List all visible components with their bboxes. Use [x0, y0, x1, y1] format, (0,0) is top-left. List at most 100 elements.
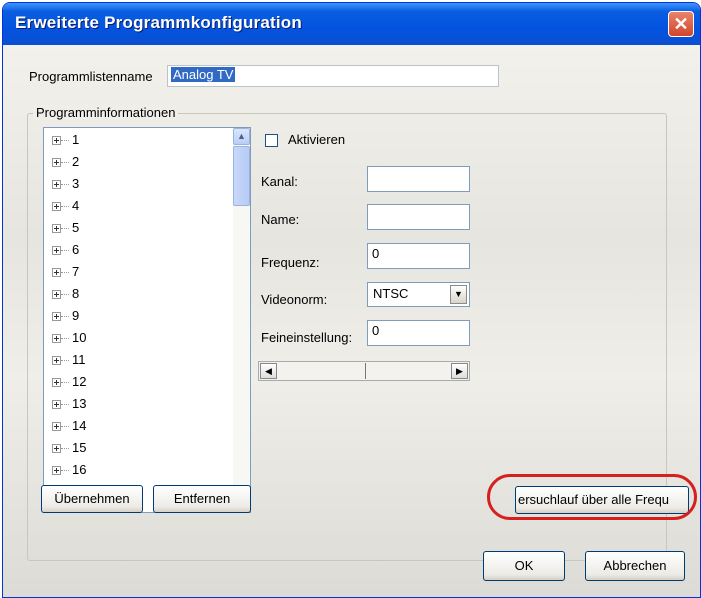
- scroll-thumb[interactable]: [233, 146, 250, 206]
- tree-item-label: 4: [72, 198, 80, 213]
- window-title: Erweiterte Programmkonfiguration: [15, 13, 302, 32]
- program-tree[interactable]: 12345678910111213141516 ▲ ▼: [43, 127, 251, 513]
- tree-connector: [61, 228, 69, 229]
- tree-item-label: 6: [72, 242, 80, 257]
- remove-button[interactable]: Entfernen: [153, 485, 251, 513]
- finetune-slider[interactable]: ◀ ▶: [258, 361, 470, 381]
- tree-item-label: 1: [72, 132, 80, 147]
- tree-connector: [61, 272, 69, 273]
- tree-connector: [61, 250, 69, 251]
- tree-item[interactable]: 13: [44, 394, 234, 416]
- expand-plus-icon[interactable]: [52, 334, 61, 343]
- cancel-button[interactable]: Abbrechen: [585, 551, 685, 581]
- tree-item-label: 14: [72, 418, 87, 433]
- expand-plus-icon[interactable]: [52, 312, 61, 321]
- expand-plus-icon[interactable]: [52, 224, 61, 233]
- tree-item[interactable]: 12: [44, 372, 234, 394]
- tree-item-label: 15: [72, 440, 87, 455]
- tree-item[interactable]: 1: [44, 130, 234, 152]
- tree-item[interactable]: 15: [44, 438, 234, 460]
- videonorm-select[interactable]: NTSC ▼: [367, 282, 470, 307]
- programlist-name-label: Programmlistenname: [29, 69, 153, 84]
- dialog-window: Erweiterte Programmkonfiguration ✕ Progr…: [2, 2, 701, 598]
- expand-plus-icon[interactable]: [52, 136, 61, 145]
- channel-label: Kanal:: [261, 174, 298, 189]
- tree-connector: [61, 140, 69, 141]
- name-input[interactable]: [367, 204, 470, 230]
- ok-button[interactable]: OK: [483, 551, 565, 581]
- tree-connector: [61, 338, 69, 339]
- finetune-label: Feineinstellung:: [261, 330, 353, 345]
- tree-item[interactable]: 7: [44, 262, 234, 284]
- tree-item-label: 8: [72, 286, 80, 301]
- dropdown-button[interactable]: ▼: [450, 285, 467, 304]
- expand-plus-icon[interactable]: [52, 202, 61, 211]
- slider-thumb[interactable]: [358, 363, 366, 379]
- frequency-input[interactable]: 0: [367, 243, 470, 269]
- expand-plus-icon[interactable]: [52, 180, 61, 189]
- expand-plus-icon[interactable]: [52, 290, 61, 299]
- tree-item-label: 5: [72, 220, 80, 235]
- slider-right-button[interactable]: ▶: [451, 363, 468, 379]
- apply-button[interactable]: Übernehmen: [41, 485, 143, 513]
- chevron-right-icon: ▶: [456, 366, 463, 376]
- tree-connector: [61, 162, 69, 163]
- tree-item[interactable]: 3: [44, 174, 234, 196]
- expand-plus-icon[interactable]: [52, 158, 61, 167]
- expand-plus-icon[interactable]: [52, 356, 61, 365]
- tree-item[interactable]: 10: [44, 328, 234, 350]
- chevron-left-icon: ◀: [265, 366, 272, 376]
- tree-item[interactable]: 2: [44, 152, 234, 174]
- tree-item-label: 16: [72, 462, 87, 477]
- tree-item[interactable]: 8: [44, 284, 234, 306]
- tree-item-label: 3: [72, 176, 80, 191]
- tree-connector: [61, 316, 69, 317]
- tree-item-label: 11: [72, 352, 86, 367]
- tree-item[interactable]: 9: [44, 306, 234, 328]
- tree-vertical-scrollbar[interactable]: ▲ ▼: [233, 128, 250, 512]
- close-button[interactable]: ✕: [668, 11, 694, 37]
- tree-connector: [61, 426, 69, 427]
- programlist-name-value: Analog TV: [171, 67, 236, 82]
- frequency-label: Frequenz:: [261, 255, 320, 270]
- finetune-input[interactable]: 0: [367, 320, 470, 346]
- expand-plus-icon[interactable]: [52, 268, 61, 277]
- tree-item[interactable]: 14: [44, 416, 234, 438]
- tree-connector: [61, 294, 69, 295]
- tree-item-label: 10: [72, 330, 87, 345]
- tree-connector: [61, 206, 69, 207]
- activate-checkbox[interactable]: [265, 134, 278, 147]
- tree-connector: [61, 360, 69, 361]
- tree-item[interactable]: 16: [44, 460, 234, 482]
- tree-connector: [61, 470, 69, 471]
- videonorm-value: NTSC: [373, 286, 409, 301]
- expand-plus-icon[interactable]: [52, 246, 61, 255]
- name-label: Name:: [261, 212, 300, 227]
- expand-plus-icon[interactable]: [52, 422, 61, 431]
- tree-item[interactable]: 5: [44, 218, 234, 240]
- programlist-name-input[interactable]: Analog TV: [167, 65, 499, 87]
- expand-plus-icon[interactable]: [52, 466, 61, 475]
- tree-item[interactable]: 6: [44, 240, 234, 262]
- tree-item-label: 7: [72, 264, 80, 279]
- chevron-down-icon: ▼: [454, 289, 463, 299]
- tree-item-label: 12: [72, 374, 87, 389]
- tree-connector: [61, 404, 69, 405]
- program-tree-list: 1 2 3 4 5 6 7 8 9 10 11 12 13 14 15 16: [44, 130, 234, 482]
- expand-plus-icon[interactable]: [52, 400, 61, 409]
- dialog-body: Programmlistenname Analog TV Programminf…: [3, 45, 700, 597]
- videonorm-label: Videonorm:: [261, 292, 328, 307]
- expand-plus-icon[interactable]: [52, 378, 61, 387]
- activate-label: Aktivieren: [288, 132, 346, 147]
- scroll-up-button[interactable]: ▲: [233, 128, 250, 145]
- tree-item[interactable]: 11: [44, 350, 234, 372]
- scan-all-frequencies-button[interactable]: ersuchlauf über alle Frequ: [515, 486, 689, 514]
- slider-left-button[interactable]: ◀: [260, 363, 277, 379]
- channel-input[interactable]: [367, 166, 470, 192]
- tree-item-label: 13: [72, 396, 87, 411]
- tree-item[interactable]: 4: [44, 196, 234, 218]
- tree-connector: [61, 382, 69, 383]
- tree-connector: [61, 448, 69, 449]
- program-info-legend: Programminformationen: [33, 105, 179, 120]
- expand-plus-icon[interactable]: [52, 444, 61, 453]
